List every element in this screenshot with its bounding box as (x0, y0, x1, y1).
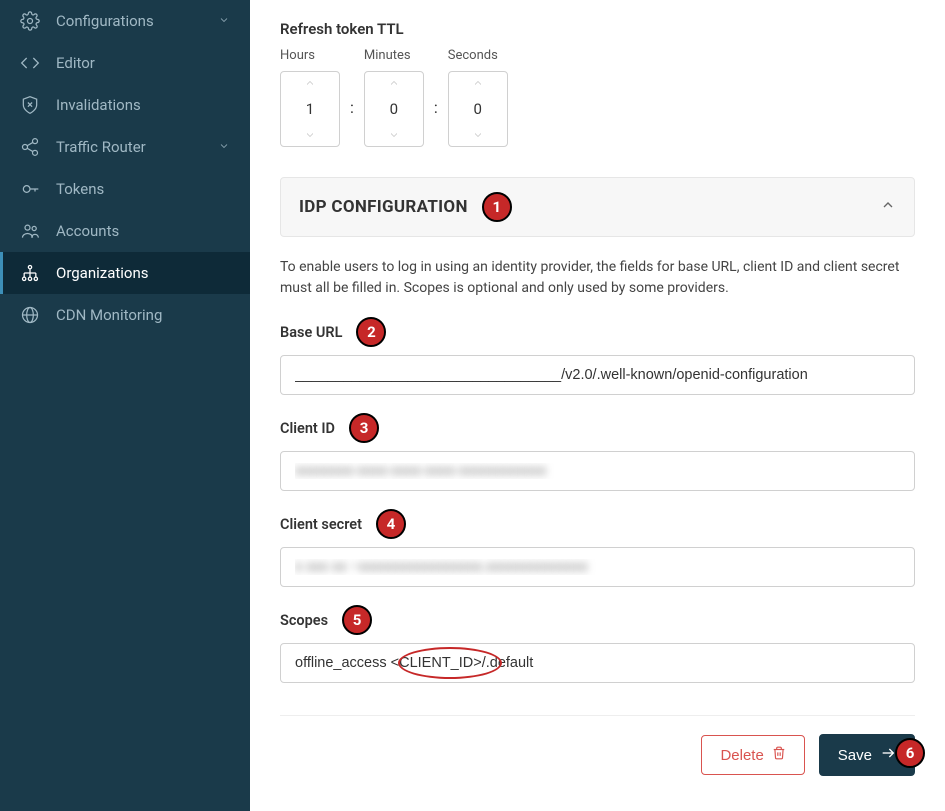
chevron-up-icon (880, 197, 896, 217)
annotation-5: 5 (342, 605, 372, 635)
sidebar-item-label: Tokens (56, 180, 104, 198)
idp-help-text: To enable users to log in using an ident… (280, 257, 915, 299)
ttl-seconds-label: Seconds (448, 48, 508, 63)
sidebar-item-label: Invalidations (56, 96, 141, 114)
sidebar-item-invalidations[interactable]: Invalidations (0, 84, 250, 126)
seconds-stepper[interactable]: 0 (448, 71, 508, 147)
sidebar-item-tokens[interactable]: Tokens (0, 168, 250, 210)
refresh-token-ttl-label: Refresh token TTL (280, 20, 915, 38)
ttl-hours-label: Hours (280, 48, 340, 63)
minutes-value: 0 (365, 94, 423, 124)
sitemap-icon (20, 263, 40, 283)
seconds-value: 0 (449, 94, 507, 124)
share-icon (20, 137, 40, 157)
annotation-1: 1 (482, 192, 512, 222)
globe-icon (20, 305, 40, 325)
users-icon (20, 221, 40, 241)
minutes-decrement[interactable] (365, 124, 423, 146)
trash-icon (772, 746, 786, 764)
ttl-minutes-label: Minutes (364, 48, 424, 63)
sidebar-item-label: Organizations (56, 264, 149, 282)
client-secret-label: Client secret (280, 516, 362, 533)
sidebar-item-label: Traffic Router (56, 138, 146, 156)
hours-value: 1 (281, 94, 339, 124)
colon: : (348, 98, 356, 117)
annotation-6: 6 (895, 738, 925, 768)
sidebar-item-organizations[interactable]: Organizations (0, 252, 250, 294)
chevron-down-icon (218, 12, 230, 30)
arrow-right-icon (880, 745, 896, 765)
sidebar-item-cdn-monitoring[interactable]: CDN Monitoring (0, 294, 250, 336)
minutes-increment[interactable] (365, 72, 423, 94)
annotation-2: 2 (356, 317, 386, 347)
gear-icon (20, 11, 40, 31)
seconds-increment[interactable] (449, 72, 507, 94)
sidebar-item-label: Accounts (56, 222, 119, 240)
client-secret-input[interactable] (280, 547, 915, 587)
ttl-row: Hours 1 : Minutes 0 : (280, 48, 915, 147)
seconds-decrement[interactable] (449, 124, 507, 146)
minutes-stepper[interactable]: 0 (364, 71, 424, 147)
sidebar-item-label: Configurations (56, 12, 154, 30)
divider (280, 715, 915, 716)
sidebar-item-editor[interactable]: Editor (0, 42, 250, 84)
sidebar-item-accounts[interactable]: Accounts (0, 210, 250, 252)
save-label: Save (838, 747, 872, 764)
client-id-input[interactable] (280, 451, 915, 491)
client-id-label: Client ID (280, 420, 335, 437)
code-icon (20, 53, 40, 73)
sidebar-item-configurations[interactable]: Configurations (0, 0, 250, 42)
key-icon (20, 179, 40, 199)
idp-panel-title: IDP CONFIGURATION (299, 197, 468, 217)
footer-actions: Delete Save 6 (280, 734, 915, 776)
hours-increment[interactable] (281, 72, 339, 94)
sidebar: Configurations Editor Invalidations Traf… (0, 0, 250, 811)
main-content: Refresh token TTL Hours 1 : Minutes 0 (250, 0, 945, 811)
chevron-down-icon (218, 138, 230, 156)
scopes-input[interactable] (280, 643, 915, 683)
sidebar-item-label: Editor (56, 54, 95, 72)
hours-stepper[interactable]: 1 (280, 71, 340, 147)
hours-decrement[interactable] (281, 124, 339, 146)
shield-x-icon (20, 95, 40, 115)
annotation-3: 3 (349, 413, 379, 443)
delete-label: Delete (720, 747, 763, 764)
colon: : (432, 98, 440, 117)
sidebar-item-label: CDN Monitoring (56, 306, 162, 324)
idp-panel-header[interactable]: IDP CONFIGURATION 1 (280, 177, 915, 237)
sidebar-item-traffic-router[interactable]: Traffic Router (0, 126, 250, 168)
base-url-input[interactable] (280, 355, 915, 395)
annotation-4: 4 (376, 509, 406, 539)
delete-button[interactable]: Delete (701, 735, 804, 775)
scopes-label: Scopes (280, 612, 328, 629)
idp-configuration-panel: IDP CONFIGURATION 1 To enable users to l… (280, 177, 915, 683)
base-url-label: Base URL (280, 324, 342, 341)
